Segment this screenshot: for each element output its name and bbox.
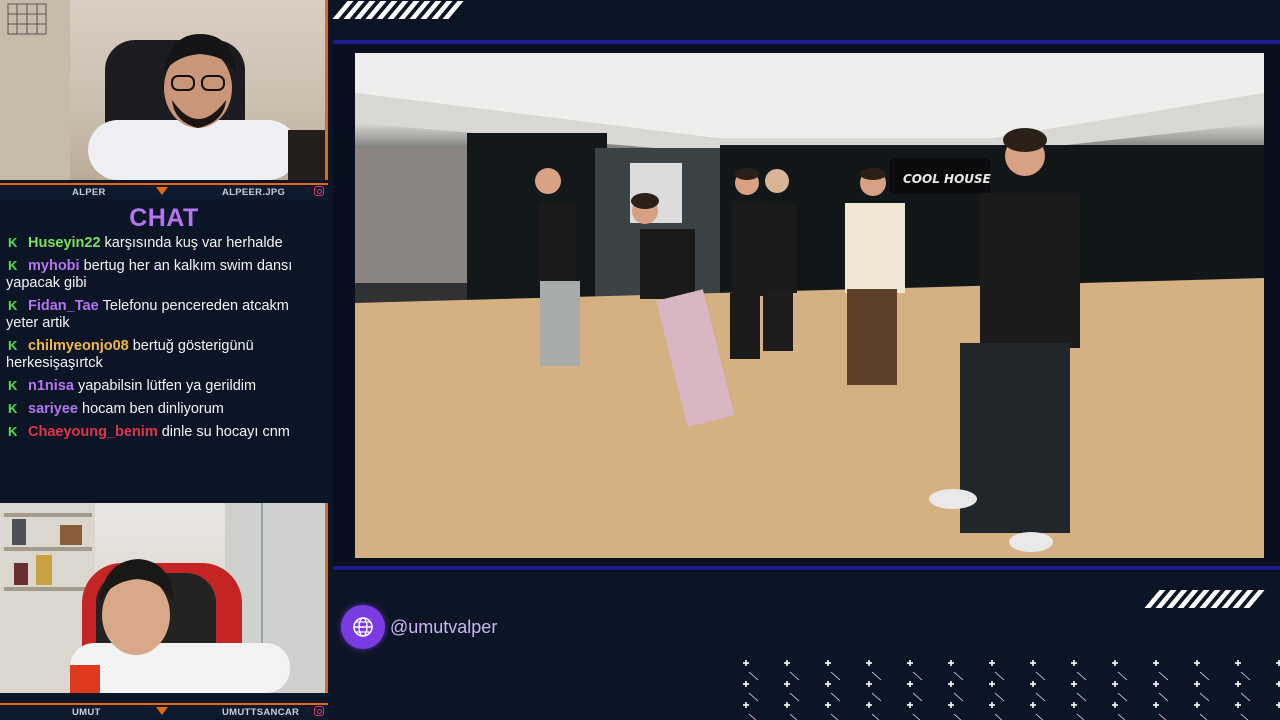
- triangle-icon: [156, 707, 168, 715]
- chat-panel: CHAT K Huseyin22 karşısında kuş var herhal…: [0, 200, 328, 496]
- chat-username[interactable]: myhobi: [28, 258, 80, 274]
- chat-text: yapabilsin lütfen ya gerildim: [77, 378, 257, 394]
- bottom-cam-right-label: UMUTTSANCAR: [222, 707, 300, 718]
- top-cam-left-label: ALPER: [72, 187, 106, 198]
- chat-text: dinle su hocayı cnm: [161, 424, 290, 440]
- chat-message: Kchilmyeonjo08 bertuğ gösterigünü herkesi…: [6, 338, 322, 372]
- chat-message: Kn1nisa yapabilsin lütfen ya gerildim: [6, 378, 322, 395]
- social-handle: @umutvalper: [390, 617, 498, 637]
- chat-username[interactable]: Fidan_Tae: [28, 298, 99, 314]
- kick-badge-icon: K: [8, 298, 18, 313]
- chat-message: K Huseyin22 karşısında kuş var herhalde: [6, 235, 322, 252]
- chat-username[interactable]: n1nisa: [28, 378, 74, 394]
- chat-username[interactable]: chilmyeonjo08: [28, 338, 129, 354]
- decor-cross-pattern: [740, 660, 1280, 720]
- webcam-scene-top: [0, 0, 325, 180]
- chat-text: karşısında kuş var herhalde: [104, 235, 283, 251]
- streamer-webcam-top: [0, 0, 328, 180]
- dance-studio-scene: COOL HOUSE: [355, 53, 1264, 558]
- main-video: COOL HOUSE: [355, 53, 1264, 558]
- top-cam-right-label: ALPEER.JPG: [222, 187, 286, 198]
- bottom-cam-left-label: UMUT: [72, 707, 101, 718]
- globe-icon: [341, 605, 385, 649]
- kick-badge-icon: K: [8, 258, 18, 273]
- bottom-cam-label-bar: UMUT UMUTTSANCAR: [0, 703, 328, 719]
- kick-badge-icon: K: [8, 338, 18, 353]
- kick-badge-icon: K: [8, 378, 18, 393]
- kick-badge-icon: K: [8, 401, 18, 416]
- instagram-icon: [314, 186, 324, 196]
- chat-username[interactable]: Chaeyoung_benim: [28, 424, 158, 440]
- kick-badge-icon: K: [8, 235, 18, 250]
- decor-stripes-bottom: [1144, 590, 1265, 608]
- webcam-scene-bottom: [0, 503, 325, 693]
- instagram-icon: [314, 706, 324, 716]
- top-cam-label-bar: ALPER ALPEER.JPG: [0, 183, 328, 199]
- chat-message: K Fidan_Tae Telefonu pencereden atcakm yet…: [6, 298, 322, 332]
- video-bottom-line: [333, 566, 1280, 570]
- decor-stripes-top: [332, 1, 464, 19]
- chat-message-list: K Huseyin22 karşısında kuş var herhalde Kmy…: [6, 235, 322, 447]
- chat-message: K Chaeyoung_benim dinle su hocayı cnm: [6, 424, 322, 441]
- chat-username[interactable]: sariyee: [28, 401, 78, 417]
- studio-sign-text: COOL HOUSE: [903, 172, 992, 186]
- streamer-webcam-bottom: [0, 503, 328, 693]
- kick-badge-icon: K: [8, 424, 18, 439]
- chat-text: hocam ben dinliyorum: [82, 401, 224, 417]
- chat-title: CHAT: [129, 204, 199, 232]
- chat-message: Kmyhobi bertug her an kalkım swim dansı y…: [6, 258, 322, 292]
- triangle-icon: [156, 187, 168, 195]
- chat-message: Ksariyee hocam ben dinliyorum: [6, 401, 322, 418]
- chat-username[interactable]: Huseyin22: [28, 235, 101, 251]
